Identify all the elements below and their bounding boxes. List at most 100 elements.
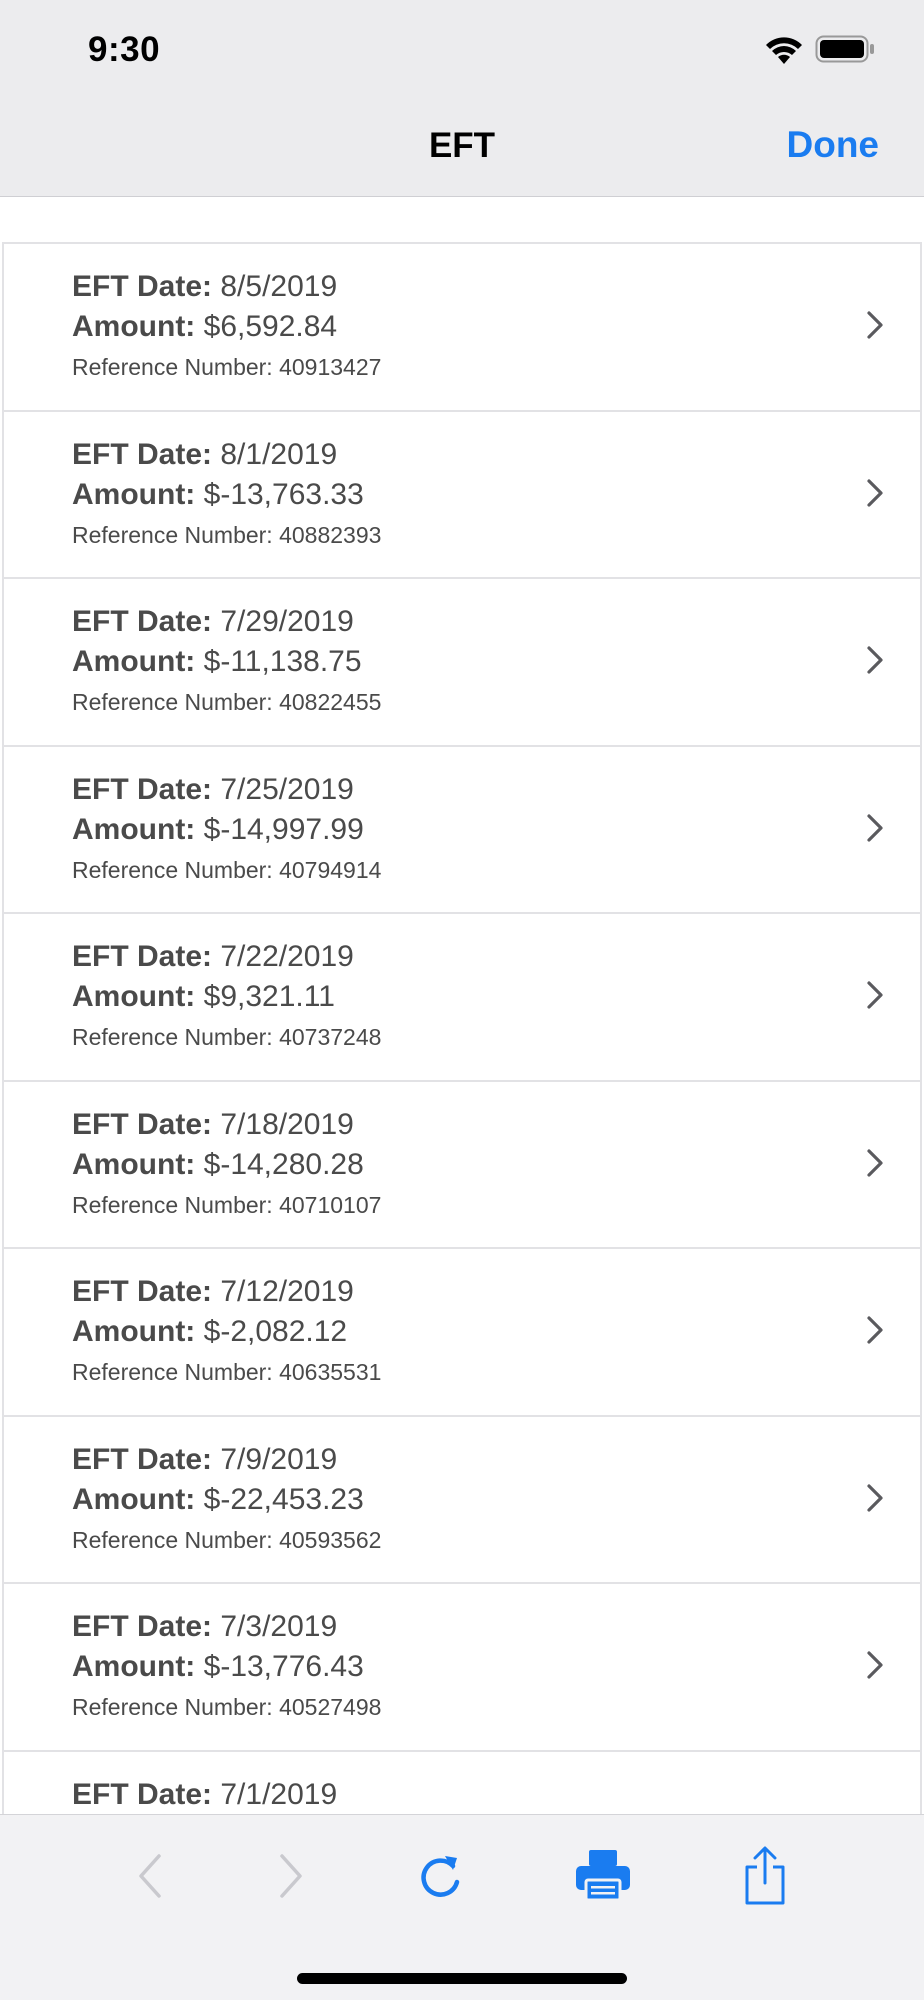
eft-reference-line: Reference Number: 40710107	[72, 1192, 381, 1219]
eft-date-line: EFT Date: 7/18/2019	[72, 1108, 354, 1142]
forward-icon	[280, 1854, 302, 1898]
eft-reference-value: 40913427	[279, 354, 382, 380]
forward-button[interactable]	[256, 1841, 326, 1911]
eft-amount-label: Amount:	[72, 1147, 196, 1181]
eft-amount-label: Amount:	[72, 980, 196, 1013]
eft-reference-value: 40794914	[279, 856, 382, 883]
eft-date-label: EFT Date:	[72, 437, 213, 471]
eft-date-value: 7/9/2019	[220, 1442, 338, 1476]
chevron-right-icon	[867, 311, 883, 339]
status-bar: 9:30	[0, 0, 924, 100]
eft-reference-label: Reference Number:	[72, 856, 273, 883]
eft-amount-line: Amount: $-14,280.28	[72, 1148, 364, 1182]
eft-amount-label: Amount:	[72, 477, 196, 511]
eft-list-container[interactable]: EFT Date: 8/5/2019 Amount: $6,592.84 Ref…	[0, 197, 924, 1814]
eft-amount-value: $-13,776.43	[203, 1650, 364, 1683]
eft-date-value: 7/12/2019	[220, 1275, 354, 1308]
eft-date-line: EFT Date: 7/29/2019	[72, 605, 354, 639]
eft-reference-line: Reference Number: 40737248	[72, 1024, 381, 1051]
eft-amount-value: $9,321.11	[203, 980, 335, 1013]
print-button[interactable]	[568, 1841, 638, 1911]
eft-reference-value: 40737248	[279, 1024, 382, 1050]
eft-date-label: EFT Date:	[72, 1777, 213, 1811]
eft-date-label: EFT Date:	[72, 772, 213, 806]
eft-reference-value: 40882393	[279, 521, 382, 548]
chevron-right-icon	[867, 1316, 883, 1344]
eft-list-item[interactable]: EFT Date: 7/3/2019 Amount: $-13,776.43 R…	[2, 1584, 922, 1752]
eft-date-value: 8/1/2019	[220, 437, 338, 471]
eft-amount-value: $-14,280.28	[203, 1147, 364, 1181]
eft-list-item[interactable]: EFT Date: 7/12/2019 Amount: $-2,082.12 R…	[2, 1249, 922, 1417]
eft-date-line: EFT Date: 7/22/2019	[72, 940, 354, 974]
eft-list-item[interactable]: EFT Date: 7/9/2019 Amount: $-22,453.23 R…	[2, 1416, 922, 1584]
eft-reference-label: Reference Number:	[72, 1694, 273, 1720]
eft-date-label: EFT Date:	[72, 1442, 213, 1476]
eft-amount-value: $-14,997.99	[203, 812, 364, 846]
eft-list-item[interactable]: EFT Date: 7/29/2019 Amount: $-11,138.75 …	[2, 579, 922, 747]
refresh-icon	[421, 1856, 460, 1897]
eft-list-item[interactable]: EFT Date: 8/5/2019 Amount: $6,592.84 Ref…	[2, 244, 922, 412]
eft-amount-line: Amount: $-13,776.43	[72, 1650, 364, 1684]
eft-date-label: EFT Date:	[72, 1610, 213, 1643]
eft-reference-line: Reference Number: 40913427	[72, 354, 381, 381]
eft-date-line: EFT Date: 7/9/2019	[72, 1443, 337, 1477]
eft-amount-label: Amount:	[72, 812, 196, 846]
eft-reference-line: Reference Number: 40527498	[72, 1694, 381, 1721]
eft-list-item[interactable]: EFT Date: 8/1/2019 Amount: $-13,763.33 R…	[2, 411, 922, 579]
eft-date-label: EFT Date:	[72, 1107, 213, 1141]
eft-reference-label: Reference Number:	[72, 1359, 273, 1385]
eft-reference-label: Reference Number:	[72, 1024, 273, 1050]
eft-reference-line: Reference Number: 40822455	[72, 689, 381, 716]
eft-date-line: EFT Date: 7/1/2019	[72, 1778, 337, 1812]
eft-date-line: EFT Date: 7/25/2019	[72, 773, 354, 807]
eft-amount-line: Amount: $-22,453.23	[72, 1483, 364, 1517]
page-title: EFT	[428, 126, 496, 165]
eft-amount-line: Amount: $-11,138.75	[72, 645, 362, 679]
eft-date-value: 7/22/2019	[220, 940, 354, 973]
eft-date-value: 8/5/2019	[220, 270, 338, 303]
print-icon	[576, 1850, 630, 1902]
eft-list-item[interactable]: EFT Date: 7/1/2019	[2, 1751, 922, 1814]
eft-date-line: EFT Date: 7/3/2019	[72, 1610, 337, 1644]
share-button[interactable]	[730, 1841, 800, 1911]
battery-icon	[815, 35, 874, 63]
eft-date-line: EFT Date: 8/5/2019	[72, 270, 337, 304]
eft-date-value: 7/29/2019	[220, 605, 354, 638]
eft-amount-line: Amount: $-13,763.33	[72, 478, 364, 512]
eft-reference-value: 40635531	[279, 1359, 382, 1385]
eft-list-item[interactable]: EFT Date: 7/25/2019 Amount: $-14,997.99 …	[2, 746, 922, 914]
chevron-right-icon	[867, 1148, 883, 1177]
eft-date-label: EFT Date:	[72, 940, 213, 973]
eft-amount-line: Amount: $6,592.84	[72, 310, 337, 344]
home-indicator	[297, 1973, 627, 1984]
chevron-right-icon	[867, 813, 883, 842]
eft-reference-label: Reference Number:	[72, 521, 273, 548]
eft-reference-line: Reference Number: 40593562	[72, 1527, 381, 1554]
chevron-right-icon	[867, 1483, 883, 1512]
refresh-button[interactable]	[406, 1841, 476, 1911]
status-time: 9:30	[88, 30, 161, 69]
eft-list-item[interactable]: EFT Date: 7/18/2019 Amount: $-14,280.28 …	[2, 1081, 922, 1249]
eft-amount-line: Amount: $-14,997.99	[72, 813, 364, 847]
share-icon	[745, 1846, 785, 1905]
eft-date-line: EFT Date: 8/1/2019	[72, 438, 337, 472]
eft-reference-value: 40822455	[279, 689, 382, 715]
eft-list-item[interactable]: EFT Date: 7/22/2019 Amount: $9,321.11 Re…	[2, 914, 922, 1082]
eft-amount-label: Amount:	[72, 1650, 196, 1683]
eft-date-label: EFT Date:	[72, 605, 213, 638]
chevron-right-icon	[867, 981, 883, 1009]
chevron-right-icon	[867, 478, 883, 507]
done-button[interactable]: Done	[787, 124, 880, 166]
eft-amount-value: $-11,138.75	[203, 645, 362, 678]
eft-reference-line: Reference Number: 40882393	[72, 522, 381, 549]
eft-amount-label: Amount:	[72, 645, 196, 678]
eft-reference-value: 40593562	[279, 1526, 382, 1553]
back-button[interactable]	[115, 1841, 185, 1911]
eft-amount-line: Amount: $-2,082.12	[72, 1315, 347, 1349]
eft-reference-label: Reference Number:	[72, 1526, 273, 1553]
eft-reference-label: Reference Number:	[72, 354, 273, 380]
eft-date-value: 7/25/2019	[220, 772, 354, 806]
eft-amount-label: Amount:	[72, 1315, 196, 1348]
eft-reference-label: Reference Number:	[72, 689, 273, 715]
eft-date-value: 7/1/2019	[220, 1777, 338, 1811]
